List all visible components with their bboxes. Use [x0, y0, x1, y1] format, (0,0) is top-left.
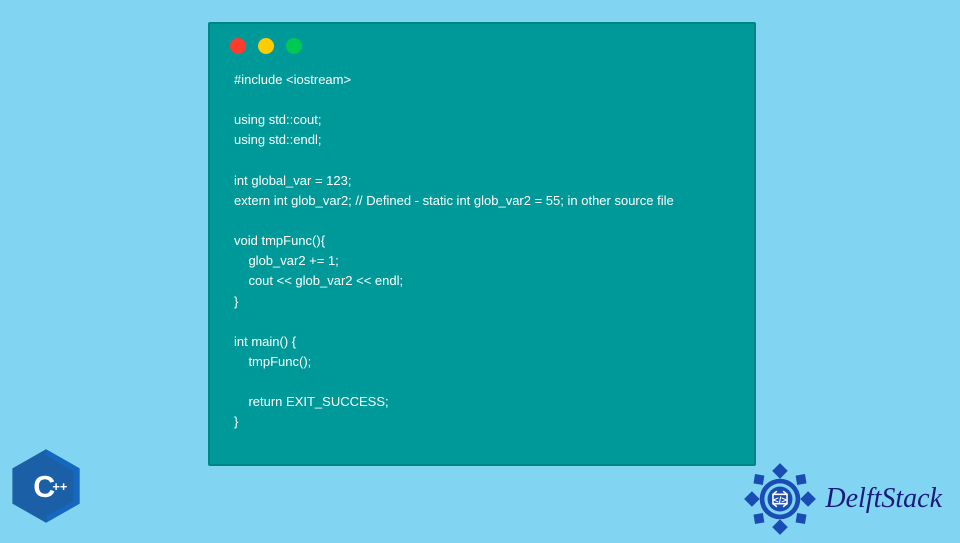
cpp-logo-icon: C ++: [6, 446, 86, 526]
code-line: return EXIT_SUCCESS;: [234, 394, 389, 409]
code-block: #include <iostream> using std::cout; usi…: [210, 62, 754, 453]
code-line: }: [234, 294, 238, 309]
code-line: int main() {: [234, 334, 296, 349]
code-line: #include <iostream>: [234, 72, 351, 87]
delftstack-logo: </> DelftStack: [741, 460, 942, 538]
svg-text:++: ++: [52, 479, 67, 494]
gear-icon: </>: [741, 460, 819, 538]
code-line: using std::endl;: [234, 132, 321, 147]
code-line: extern int glob_var2; // Defined - stati…: [234, 193, 674, 208]
maximize-dot-icon: [286, 38, 302, 54]
code-window: #include <iostream> using std::cout; usi…: [208, 22, 756, 466]
window-controls: [210, 24, 754, 62]
delftstack-label: DelftStack: [825, 483, 942, 515]
svg-text:</>: </>: [774, 495, 788, 505]
code-line: }: [234, 414, 238, 429]
code-line: glob_var2 += 1;: [234, 253, 339, 268]
close-dot-icon: [230, 38, 246, 54]
code-line: int global_var = 123;: [234, 173, 351, 188]
code-line: cout << glob_var2 << endl;: [234, 273, 403, 288]
minimize-dot-icon: [258, 38, 274, 54]
code-line: void tmpFunc(){: [234, 233, 325, 248]
code-line: using std::cout;: [234, 112, 321, 127]
code-line: tmpFunc();: [234, 354, 311, 369]
